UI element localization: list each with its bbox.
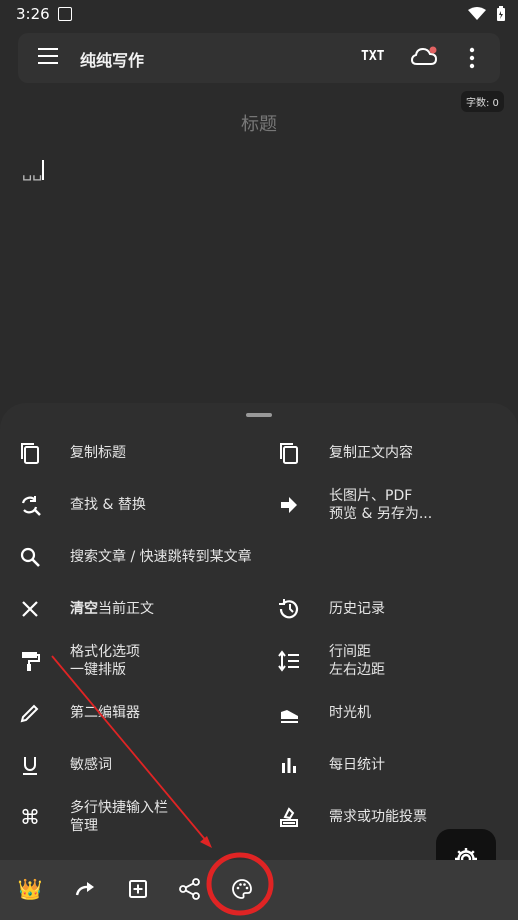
time-machine-icon	[277, 701, 301, 725]
menu-second-editor[interactable]: 第二编辑器	[0, 690, 140, 736]
menu-feature-vote[interactable]: 需求或功能投票	[259, 794, 427, 840]
menu-format-options[interactable]: 格式化选项 一键排版	[0, 638, 140, 684]
hamburger-menu-icon[interactable]	[38, 48, 58, 68]
arrow-right-icon	[277, 493, 301, 517]
system-icons	[468, 6, 506, 22]
pencil-icon	[18, 701, 42, 725]
menu-label-bold: 清空	[70, 601, 98, 617]
status-time: 3:26	[16, 5, 50, 23]
underline-icon	[18, 753, 42, 777]
menu-label: 复制标题	[70, 445, 126, 461]
app-notification-icon	[58, 7, 72, 21]
body-editor[interactable]: ␣␣	[22, 160, 45, 181]
menu-label: 需求或功能投票	[329, 809, 427, 825]
redo-icon[interactable]	[71, 874, 101, 904]
menu-long-image-pdf[interactable]: 长图片、PDF 预览 & 另存为...	[259, 482, 432, 528]
title-input[interactable]: 标题	[0, 110, 518, 136]
copy-icon	[277, 441, 301, 465]
txt-export-button[interactable]: TXT	[361, 49, 384, 64]
menu-label: 敏感词	[70, 757, 112, 773]
menu-copy-body[interactable]: 复制正文内容	[259, 430, 413, 476]
close-icon	[18, 597, 42, 621]
menu-daily-stats[interactable]: 每日统计	[259, 742, 385, 788]
menu-label: 复制正文内容	[329, 445, 413, 461]
menu-label: 时光机	[329, 705, 371, 721]
search-icon	[18, 545, 42, 569]
menu-quick-input-bar[interactable]: ⌘ 多行快捷输入栏 管理	[0, 794, 168, 840]
word-count-badge: 字数: 0	[461, 91, 504, 112]
palette-icon[interactable]	[227, 874, 257, 904]
menu-label: 多行快捷输入栏 管理	[70, 800, 168, 834]
crown-icon[interactable]: 👑	[15, 874, 45, 904]
menu-label: 历史记录	[329, 601, 385, 617]
history-icon	[277, 597, 301, 621]
menu-copy-title[interactable]: 复制标题	[0, 430, 126, 476]
menu-time-machine[interactable]: 时光机	[259, 690, 371, 736]
menu-label: 行间距 左右边距	[329, 644, 385, 678]
line-spacing-icon	[277, 649, 301, 673]
menu-sensitive-words[interactable]: 敏感词	[0, 742, 112, 788]
wifi-icon	[468, 7, 486, 20]
status-bar: 3:26	[0, 0, 518, 30]
find-replace-icon	[18, 493, 42, 517]
menu-label: 第二编辑器	[70, 705, 140, 721]
app-title: 纯纯写作	[80, 51, 145, 70]
menu-search-article[interactable]: 搜索文章 / 快速跳转到某文章	[0, 534, 252, 580]
battery-icon	[497, 6, 505, 21]
menu-label: 清空当前正文	[70, 600, 154, 618]
vote-icon	[277, 805, 301, 829]
share-icon[interactable]	[175, 874, 205, 904]
menu-history[interactable]: 历史记录	[259, 586, 385, 632]
command-icon: ⌘	[20, 805, 40, 829]
bar-chart-icon	[277, 753, 301, 777]
menu-label: 长图片、PDF 预览 & 另存为...	[329, 488, 433, 522]
drag-handle[interactable]	[246, 413, 272, 417]
more-vert-icon[interactable]	[466, 47, 478, 69]
menu-label: 每日统计	[329, 757, 385, 773]
menu-find-replace[interactable]: 查找 & 替换	[0, 482, 146, 528]
menu-line-spacing[interactable]: 行间距 左右边距	[259, 638, 385, 684]
paint-roller-icon	[18, 649, 42, 673]
copy-icon	[18, 441, 42, 465]
menu-label-rest: 当前正文	[98, 601, 154, 617]
menu-label: 查找 & 替换	[70, 497, 146, 513]
add-box-icon[interactable]	[123, 874, 153, 904]
menu-clear-body[interactable]: 清空当前正文	[0, 586, 154, 632]
menu-label: 搜索文章 / 快速跳转到某文章	[70, 549, 252, 565]
body-text: ␣␣	[22, 162, 43, 181]
menu-label: 格式化选项 一键排版	[70, 644, 140, 678]
top-app-bar: 纯纯写作 TXT	[18, 33, 500, 83]
cloud-sync-icon[interactable]	[410, 45, 438, 69]
text-cursor	[42, 160, 45, 180]
bottom-toolbar: 👑	[0, 860, 518, 920]
